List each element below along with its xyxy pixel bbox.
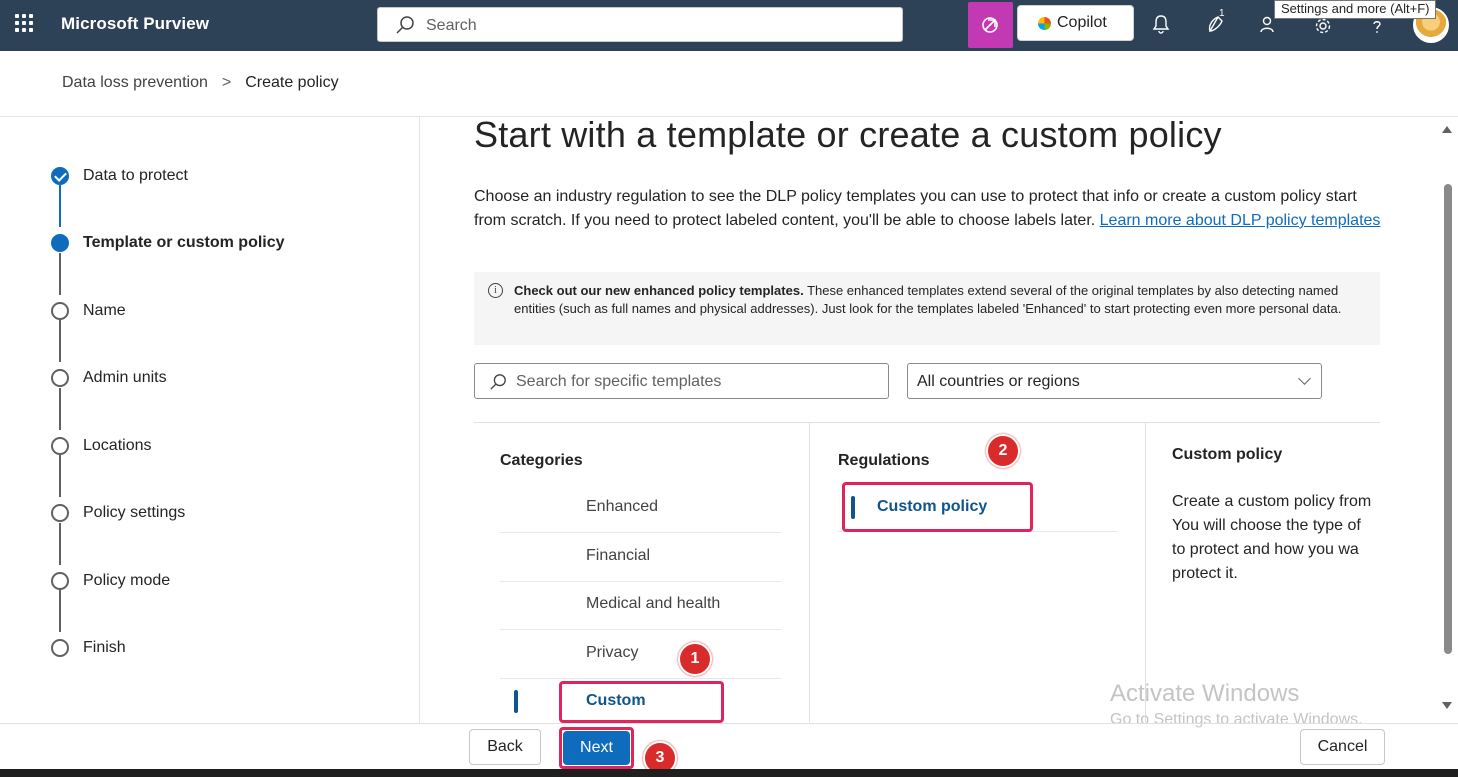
top-bar: Microsoft Purview Search Copilot 1 Setti… xyxy=(0,0,1458,51)
info-message-text: Check out our new enhanced policy templa… xyxy=(514,282,1374,318)
step-circle-icon xyxy=(51,437,69,455)
scroll-down-arrow-icon[interactable] xyxy=(1442,702,1452,709)
category-privacy[interactable]: Privacy xyxy=(500,630,781,679)
step-admin-units: Admin units xyxy=(51,368,167,388)
panel-divider xyxy=(474,422,1380,423)
step-locations: Locations xyxy=(51,436,152,456)
highlight-custom-category xyxy=(559,681,724,723)
annotation-marker-1: 1 xyxy=(678,642,712,676)
intro-paragraph: Choose an industry regulation to see the… xyxy=(474,185,1384,233)
step-policy-mode: Policy mode xyxy=(51,571,170,591)
search-icon xyxy=(396,16,414,34)
copilot-icon xyxy=(982,17,998,33)
breadcrumb: Data loss prevention > Create policy xyxy=(62,74,339,92)
back-button[interactable]: Back xyxy=(469,729,541,765)
copilot-button[interactable]: Copilot xyxy=(1017,5,1134,41)
region-dropdown-value: All countries or regions xyxy=(917,373,1080,390)
info-message-bar: i Check out our new enhanced policy temp… xyxy=(474,272,1380,345)
stepper-connector xyxy=(59,590,61,632)
step-label: Name xyxy=(83,302,126,319)
page-title: Start with a template or create a custom… xyxy=(474,114,1222,155)
categories-header: Categories xyxy=(500,452,583,469)
annotation-marker-2: 2 xyxy=(986,434,1020,468)
step-circle-icon xyxy=(51,504,69,522)
app-title[interactable]: Microsoft Purview xyxy=(61,14,209,34)
step-data-to-protect[interactable]: Data to protect xyxy=(51,166,188,186)
footer-divider xyxy=(0,723,1458,724)
step-circle-icon xyxy=(51,302,69,320)
next-button[interactable]: Next xyxy=(563,731,630,765)
stepper-connector xyxy=(59,320,61,362)
step-label: Data to protect xyxy=(83,167,188,184)
learn-more-link[interactable]: Learn more about DLP policy templates xyxy=(1100,212,1381,229)
category-financial[interactable]: Financial xyxy=(500,533,781,582)
global-search-input[interactable]: Search xyxy=(377,7,903,42)
regulations-header: Regulations xyxy=(838,452,930,469)
step-template-or-custom-policy[interactable]: Template or custom policy xyxy=(51,233,285,253)
column-divider xyxy=(809,422,810,722)
taskbar-edge xyxy=(0,769,1458,777)
current-step-dot-icon xyxy=(51,234,69,252)
template-search-input[interactable]: Search for specific templates xyxy=(474,363,889,399)
step-label: Template or custom policy xyxy=(83,234,285,251)
settings-tooltip: Settings and more (Alt+F) xyxy=(1274,0,1437,19)
wizard-stepper: Data to protect Template or custom polic… xyxy=(0,117,420,723)
bell-icon[interactable] xyxy=(1150,13,1172,35)
detail-line: You will choose the type of xyxy=(1172,517,1361,534)
scroll-up-arrow-icon[interactable] xyxy=(1442,126,1452,133)
step-circle-icon xyxy=(51,572,69,590)
stepper-connector xyxy=(59,185,61,227)
vertical-scrollbar-thumb[interactable] xyxy=(1444,184,1452,654)
info-message-bold: Check out our new enhanced policy templa… xyxy=(514,283,804,298)
step-circle-icon xyxy=(51,369,69,387)
column-divider xyxy=(1145,422,1146,722)
detail-line: to protect and how you wa xyxy=(1172,541,1359,558)
step-label: Policy mode xyxy=(83,572,171,589)
category-label: Privacy xyxy=(586,644,639,661)
copilot-logo-icon xyxy=(1038,17,1051,30)
region-dropdown[interactable]: All countries or regions xyxy=(907,363,1322,399)
selected-indicator xyxy=(514,690,518,713)
stepper-connector xyxy=(59,523,61,565)
breadcrumb-dlp-link[interactable]: Data loss prevention xyxy=(62,74,208,92)
breadcrumb-current: Create policy xyxy=(245,74,339,91)
step-label: Finish xyxy=(83,639,126,656)
info-icon: i xyxy=(488,283,503,298)
copilot-tile[interactable] xyxy=(968,2,1013,48)
detail-line: protect it. xyxy=(1172,565,1238,582)
template-search-placeholder: Search for specific templates xyxy=(516,373,722,390)
step-label: Locations xyxy=(83,437,152,454)
step-label: Admin units xyxy=(83,369,167,386)
windows-activation-watermark-sub: Go to Settings to activate Windows. xyxy=(1110,711,1363,728)
app-launcher-icon[interactable] xyxy=(15,14,33,32)
search-icon xyxy=(490,374,506,390)
detail-title: Custom policy xyxy=(1172,446,1283,463)
category-label: Enhanced xyxy=(586,498,659,515)
detail-line: Create a custom policy from xyxy=(1172,493,1372,510)
highlight-custom-policy xyxy=(842,482,1033,532)
checkmark-icon xyxy=(51,167,69,185)
step-circle-icon xyxy=(51,639,69,657)
stepper-connector xyxy=(59,253,61,295)
category-label: Medical and health xyxy=(586,595,721,612)
category-label: Financial xyxy=(586,547,651,564)
step-policy-settings: Policy settings xyxy=(51,503,185,523)
notification-badge: 1 xyxy=(1219,8,1225,19)
step-label: Policy settings xyxy=(83,504,186,521)
chevron-down-icon xyxy=(1298,372,1311,385)
category-enhanced[interactable]: Enhanced xyxy=(500,484,781,533)
stepper-connector xyxy=(59,455,61,497)
breadcrumb-separator: > xyxy=(221,74,232,91)
windows-activation-watermark: Activate Windows xyxy=(1110,680,1300,707)
detail-description: Create a custom policy from You will cho… xyxy=(1172,490,1380,590)
copilot-label: Copilot xyxy=(1057,14,1107,31)
step-finish: Finish xyxy=(51,638,126,658)
category-medical-and-health[interactable]: Medical and health xyxy=(500,581,781,630)
cancel-button[interactable]: Cancel xyxy=(1300,729,1385,765)
step-name: Name xyxy=(51,301,126,321)
global-search-placeholder: Search xyxy=(426,17,477,34)
stepper-connector xyxy=(59,388,61,430)
